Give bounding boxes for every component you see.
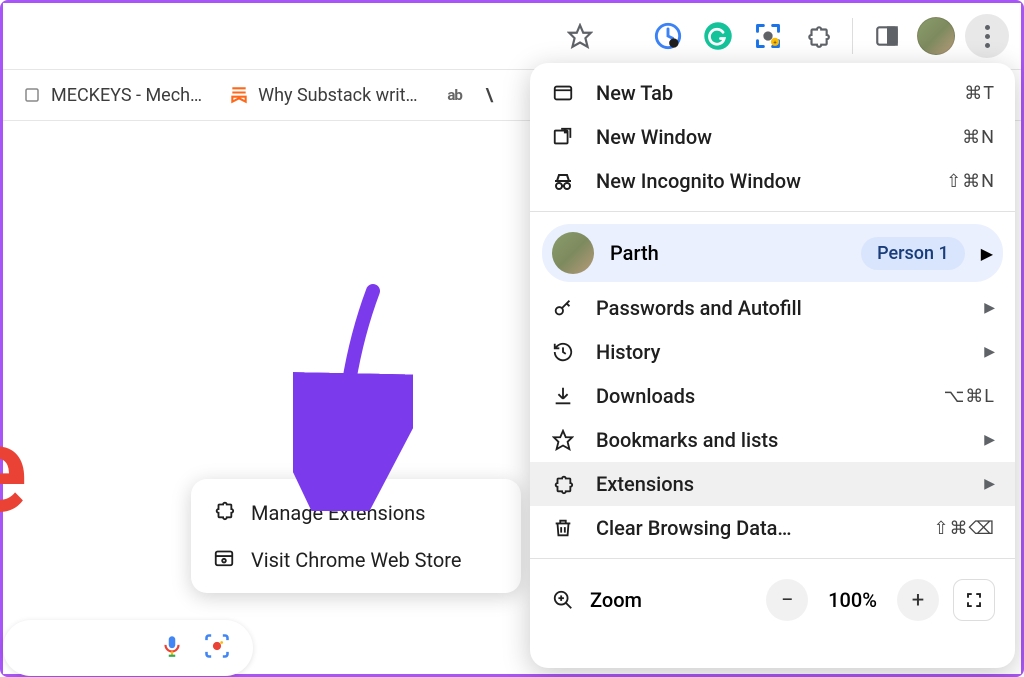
- profile-avatar: [552, 232, 594, 274]
- menu-label: History: [596, 340, 964, 364]
- chrome-main-menu: New Tab ⌘T New Window ⌘N New Incognito W…: [530, 63, 1015, 668]
- toolbar-divider: [852, 18, 853, 54]
- submenu-label: Visit Chrome Web Store: [251, 548, 461, 572]
- mic-icon[interactable]: [159, 633, 185, 663]
- bookmark-item[interactable]: Why Substack writ…: [218, 78, 428, 112]
- new-tab-icon: [550, 80, 576, 106]
- webstore-icon: [213, 546, 235, 573]
- menu-passwords[interactable]: Passwords and Autofill ▶: [530, 286, 1015, 330]
- bookmark-label: MECKEYS - Mech…: [51, 85, 202, 106]
- extensions-puzzle-icon[interactable]: [798, 16, 838, 56]
- google-logo-fragment: e: [0, 401, 28, 541]
- zoom-in-button[interactable]: +: [897, 579, 939, 621]
- new-window-icon: [550, 124, 576, 150]
- shortcut: ⌘T: [964, 83, 995, 104]
- profile-name: Parth: [610, 241, 845, 265]
- zoom-icon: [550, 587, 576, 613]
- menu-clear-data[interactable]: Clear Browsing Data… ⇧⌘⌫: [530, 506, 1015, 550]
- shortcut: ⇧⌘N: [946, 171, 995, 192]
- menu-profile-row[interactable]: Parth Person 1 ▶: [542, 224, 1003, 282]
- extension-screenshot-icon[interactable]: +: [748, 16, 788, 56]
- menu-label: Downloads: [596, 384, 924, 408]
- incognito-icon: [550, 168, 576, 194]
- puzzle-icon: [550, 471, 576, 497]
- extensions-submenu: Manage Extensions Visit Chrome Web Store: [191, 479, 521, 593]
- bookmark-label: Why Substack writ…: [258, 85, 418, 106]
- bookmark-item[interactable]: ab: [434, 78, 476, 112]
- chevron-right-icon: ▶: [984, 432, 995, 448]
- chevron-right-icon: ▶: [984, 344, 995, 360]
- star-icon: [550, 427, 576, 453]
- trash-icon: [550, 515, 576, 541]
- menu-extensions[interactable]: Extensions ▶: [530, 462, 1015, 506]
- bookmark-icon: [21, 84, 43, 106]
- chevron-right-icon: ▶: [981, 244, 993, 263]
- chevron-right-icon: ▶: [984, 300, 995, 316]
- menu-history[interactable]: History ▶: [530, 330, 1015, 374]
- shortcut: ⌘N: [962, 127, 995, 148]
- extension-grammarly-icon[interactable]: [698, 16, 738, 56]
- profile-avatar-icon[interactable]: [917, 17, 955, 55]
- shortcut: ⇧⌘⌫: [933, 518, 995, 539]
- star-icon[interactable]: [562, 18, 598, 54]
- menu-label: Bookmarks and lists: [596, 428, 964, 452]
- browser-toolbar: +: [3, 3, 1021, 69]
- shortcut: ⌥⌘L: [944, 386, 995, 407]
- menu-downloads[interactable]: Downloads ⌥⌘L: [530, 374, 1015, 418]
- zoom-percent: 100%: [822, 588, 883, 612]
- bookmark-item-cutoff[interactable]: \: [482, 79, 504, 112]
- substack-icon: [228, 84, 250, 106]
- extension-onetab-icon[interactable]: [648, 16, 688, 56]
- more-menu-button[interactable]: [965, 14, 1009, 58]
- download-icon: [550, 383, 576, 409]
- chevron-right-icon: ▶: [984, 476, 995, 492]
- manage-extensions-item[interactable]: Manage Extensions: [191, 489, 521, 536]
- zoom-label: Zoom: [590, 588, 752, 612]
- puzzle-icon: [213, 499, 235, 526]
- search-box[interactable]: [3, 620, 253, 676]
- submenu-label: Manage Extensions: [251, 501, 426, 525]
- menu-divider: [530, 558, 1015, 559]
- menu-label: New Tab: [596, 81, 944, 105]
- menu-zoom: Zoom − 100% +: [530, 567, 1015, 633]
- visit-webstore-item[interactable]: Visit Chrome Web Store: [191, 536, 521, 583]
- bookmark-item[interactable]: MECKEYS - Mech…: [11, 78, 212, 112]
- menu-label: New Window: [596, 125, 942, 149]
- lens-icon[interactable]: [203, 632, 231, 664]
- menu-incognito[interactable]: New Incognito Window ⇧⌘N: [530, 159, 1015, 203]
- zoom-out-button[interactable]: −: [766, 579, 808, 621]
- fullscreen-button[interactable]: [953, 579, 995, 621]
- ab-icon: ab: [444, 84, 466, 106]
- menu-bookmarks[interactable]: Bookmarks and lists ▶: [530, 418, 1015, 462]
- menu-divider: [530, 211, 1015, 212]
- menu-label: Passwords and Autofill: [596, 296, 964, 320]
- menu-new-window[interactable]: New Window ⌘N: [530, 115, 1015, 159]
- profile-badge: Person 1: [861, 237, 965, 270]
- history-icon: [550, 339, 576, 365]
- menu-new-tab[interactable]: New Tab ⌘T: [530, 71, 1015, 115]
- menu-label: New Incognito Window: [596, 169, 926, 193]
- key-icon: [550, 295, 576, 321]
- menu-label: Extensions: [596, 472, 964, 496]
- sidepanel-icon[interactable]: [867, 16, 907, 56]
- menu-label: Clear Browsing Data…: [596, 516, 913, 540]
